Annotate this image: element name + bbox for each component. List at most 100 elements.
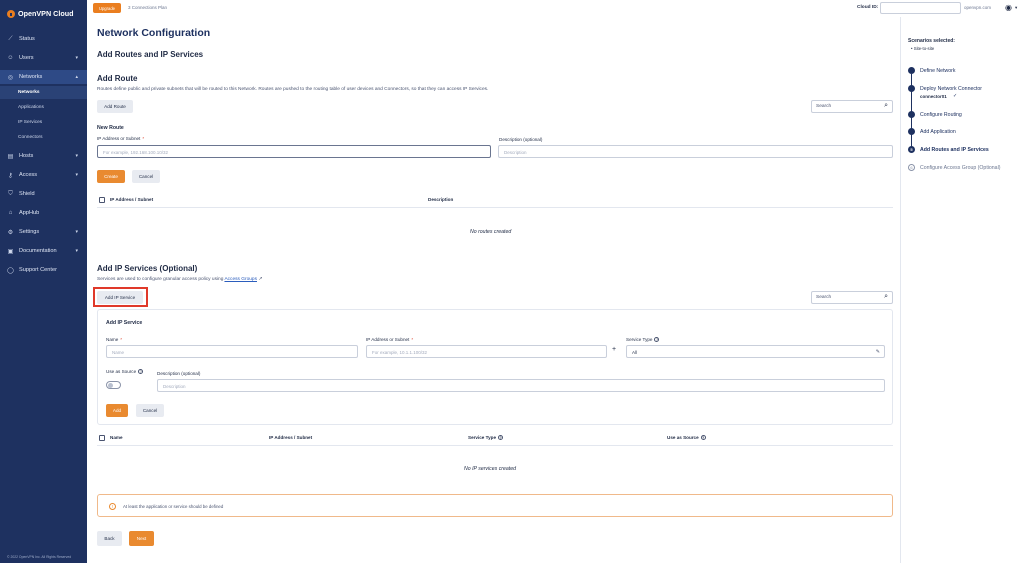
upgrade-button[interactable]: Upgrade <box>93 3 121 13</box>
ip-services-description: Services are used to configure granular … <box>97 277 262 282</box>
column-service-type[interactable]: Service Type? <box>468 435 504 440</box>
sidebar-item-apphub[interactable]: ⌂ AppHub <box>0 206 87 220</box>
service-ip-label: IP Address or Subnet * <box>366 337 413 342</box>
brand-logo[interactable]: OpenVPN Cloud <box>7 9 74 18</box>
sidebar-item-support-center[interactable]: ◯ Support Center <box>0 263 87 277</box>
column-label: Use as Source <box>667 435 699 440</box>
cloud-id-field[interactable] <box>880 2 961 14</box>
service-name-label: Name * <box>106 337 122 342</box>
sidebar-item-users[interactable]: ☺ Users ▾ <box>0 51 87 65</box>
page-subtitle: Add Routes and IP Services <box>97 50 204 59</box>
step-label: Add Routes and IP Services <box>920 146 989 153</box>
edit-pencil-icon[interactable]: ✎ <box>876 349 880 355</box>
sidebar-item-status[interactable]: ⟋ Status <box>0 32 87 46</box>
chevron-down-icon[interactable]: ▾ <box>1015 5 1017 11</box>
user-account-icon[interactable]: ◉ <box>1005 3 1012 12</box>
description-text: Services are used to configure granular … <box>97 277 225 282</box>
cancel-service-button[interactable]: Cancel <box>136 404 164 417</box>
sidebar-item-settings[interactable]: ⚙ Settings ▾ <box>0 225 87 239</box>
create-route-button[interactable]: Create <box>97 170 125 183</box>
main-content: Network Configuration Add Routes and IP … <box>87 17 900 563</box>
external-link-icon: ↗ <box>256 277 263 282</box>
step-define-network[interactable]: Define Network <box>908 67 955 74</box>
step-label: Add Application <box>920 128 956 135</box>
sidebar-subitem-connectors[interactable]: Connectors <box>0 131 87 144</box>
back-button[interactable]: Back <box>97 531 122 546</box>
service-type-field[interactable]: All ✎ <box>626 345 885 358</box>
step-add-routes-services[interactable]: 5 Add Routes and IP Services <box>908 146 989 153</box>
connector-name: connector01 <box>920 94 947 99</box>
sidebar-item-documentation[interactable]: ▣ Documentation ▾ <box>0 244 87 258</box>
step-done-dot <box>908 128 915 135</box>
required-asterisk: * <box>142 136 145 141</box>
access-groups-link[interactable]: Access Groups <box>224 277 257 282</box>
service-type-label: Service Type? <box>626 337 660 342</box>
service-ip-input[interactable]: For example, 10.1.1.100/32 <box>366 345 607 358</box>
chevron-down-icon: ▾ <box>75 172 78 178</box>
step-add-application[interactable]: Add Application <box>908 128 956 135</box>
service-description-input[interactable]: Description <box>157 379 885 392</box>
cancel-route-button[interactable]: Cancel <box>132 170 160 183</box>
column-ip-subnet[interactable]: IP Address / Subnet <box>269 435 312 440</box>
ip-address-label-text: IP Address or Subnet <box>97 136 141 141</box>
service-name-input[interactable]: Name <box>106 345 358 358</box>
scenario-title: Scenarios selected: <box>908 38 955 44</box>
help-icon[interactable]: ? <box>654 337 660 342</box>
search-icon[interactable]: ⌕ <box>884 293 888 301</box>
column-name[interactable]: Name <box>110 435 123 440</box>
select-all-checkbox[interactable] <box>99 197 105 203</box>
add-ip-plus-icon[interactable]: + <box>612 346 616 353</box>
help-icon[interactable]: ? <box>498 435 504 440</box>
scenario-panel: Scenarios selected: • Site-to-site Defin… <box>900 17 1024 563</box>
sidebar-item-shield[interactable]: ⛉ Shield <box>0 187 87 201</box>
warning-icon: ! <box>109 503 116 510</box>
sidebar-subitem-networks[interactable]: Networks <box>0 86 87 99</box>
help-icon[interactable]: ? <box>700 435 706 440</box>
help-icon[interactable]: ? <box>138 369 144 374</box>
column-use-as-source[interactable]: Use as Source? <box>667 435 706 440</box>
input-placeholder: Description <box>163 384 186 389</box>
step-done-dot <box>908 85 915 92</box>
ip-address-label: IP Address or Subnet * <box>97 136 144 141</box>
label-text: IP Address or Subnet <box>366 337 410 342</box>
step-deploy-connector[interactable]: Deploy Network Connector <box>908 85 982 92</box>
label-text: Service Type <box>626 337 653 342</box>
services-empty-message: No IP services created <box>464 466 516 472</box>
column-description[interactable]: Description <box>428 197 453 202</box>
sidebar-item-access[interactable]: ⚷ Access ▾ <box>0 168 87 182</box>
required-asterisk: * <box>120 337 123 342</box>
use-as-source-toggle[interactable] <box>106 381 121 389</box>
services-search-input[interactable]: Search ⌕ <box>811 291 893 304</box>
brand-name: OpenVPN Cloud <box>18 9 74 18</box>
select-all-checkbox[interactable] <box>99 435 105 441</box>
page-title: Network Configuration <box>97 27 211 39</box>
apphub-icon: ⌂ <box>8 210 13 216</box>
validation-alert: ! At least the application or service sh… <box>97 494 893 517</box>
column-ip-subnet[interactable]: IP Address / Subnet <box>110 197 153 202</box>
route-ip-input[interactable]: For example, 192.168.100.10/32 <box>97 145 491 158</box>
chevron-down-icon: ▾ <box>75 248 78 254</box>
next-button[interactable]: Next <box>129 531 154 546</box>
add-ip-service-button[interactable]: Add IP Service <box>97 291 143 304</box>
add-route-button[interactable]: Add Route <box>97 100 133 113</box>
routes-empty-message: No routes created <box>470 229 512 235</box>
add-ip-services-heading: Add IP Services (Optional) <box>97 264 198 273</box>
sidebar-item-networks[interactable]: ◎ Networks ▴ <box>0 70 87 84</box>
step-configure-routing[interactable]: Configure Routing <box>908 111 962 118</box>
sidebar-item-hosts[interactable]: ▤ Hosts ▾ <box>0 149 87 163</box>
sidebar-subitem-ip-services[interactable]: IP Services <box>0 116 87 129</box>
search-icon[interactable]: ⌕ <box>884 102 888 110</box>
input-placeholder: For example, 10.1.1.100/32 <box>372 350 428 355</box>
route-description-input[interactable]: Description <box>498 145 893 158</box>
scenario-item: • Site-to-site <box>911 46 935 51</box>
required-asterisk: * <box>411 337 414 342</box>
step-configure-access-group[interactable]: 6 Configure Access Group (Optional) <box>908 164 1000 171</box>
chevron-down-icon: ▾ <box>75 153 78 159</box>
routes-search-input[interactable]: Search ⌕ <box>811 100 893 113</box>
step-current-dot: 5 <box>908 146 915 153</box>
sidebar-item-label: Support Center <box>19 267 57 273</box>
add-service-button[interactable]: Add <box>106 404 128 417</box>
sidebar-subitem-applications[interactable]: Applications <box>0 101 87 114</box>
add-route-heading: Add Route <box>97 74 138 83</box>
input-placeholder: Name <box>112 350 125 355</box>
